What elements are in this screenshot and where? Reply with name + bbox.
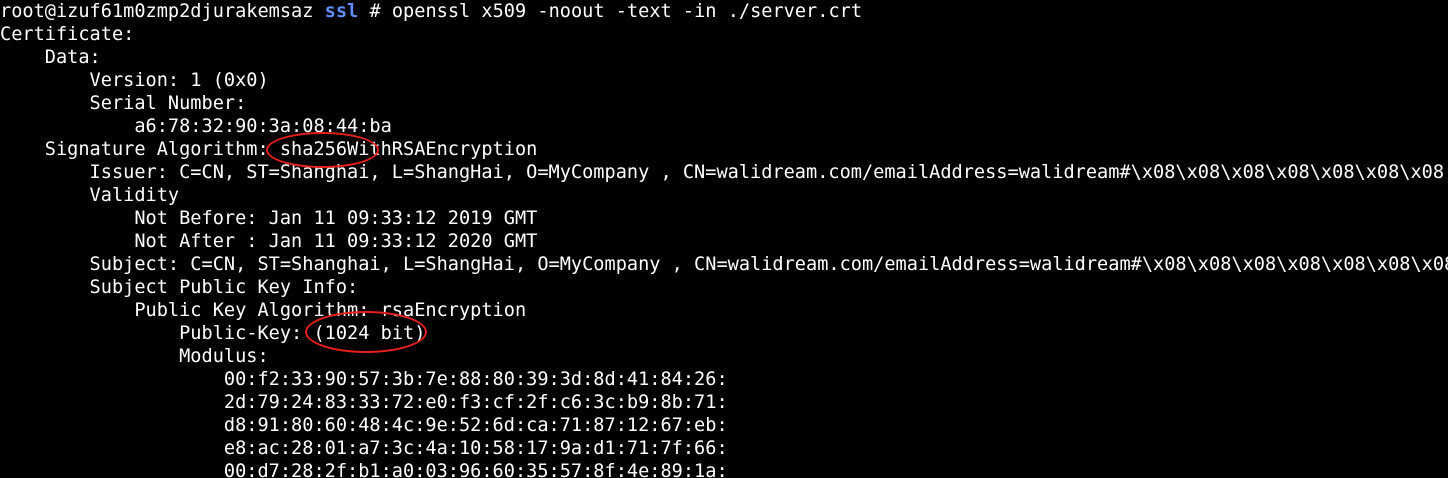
prompt-cwd: ssl <box>324 1 359 22</box>
output-line-public-key-algorithm: Public Key Algorithm: rsaEncryption <box>0 300 527 321</box>
prompt-user-host: root@izuf61m0zmp2djurakemsaz <box>0 1 314 22</box>
output-line-validity: Validity <box>0 185 180 206</box>
terminal-window[interactable]: root@izuf61m0zmp2djurakemsaz ssl # opens… <box>0 0 1448 478</box>
output-line-subject: Subject: C=CN, ST=Shanghai, L=ShangHai, … <box>0 254 1448 275</box>
output-line-not-before: Not Before: Jan 11 09:33:12 2019 GMT <box>0 208 538 229</box>
output-line-not-after: Not After : Jan 11 09:33:12 2020 GMT <box>0 231 538 252</box>
output-line-modulus-label: Modulus: <box>0 346 269 367</box>
output-line-public-key-info: Subject Public Key Info: <box>0 277 359 298</box>
output-line-serial-label: Serial Number: <box>0 93 247 114</box>
output-line-modulus-3: d8:91:80:60:48:4c:9e:52:6d:ca:71:87:12:6… <box>0 415 728 436</box>
prompt-symbol: # <box>369 1 381 22</box>
output-line-issuer: Issuer: C=CN, ST=Shanghai, L=ShangHai, O… <box>0 162 1445 183</box>
output-line-modulus-5: 00:d7:28:2f:b1:a0:03:96:60:35:57:8f:4e:8… <box>0 461 728 478</box>
prompt-command: openssl x509 -noout -text -in ./server.c… <box>391 1 863 22</box>
output-line-modulus-2: 2d:79:24:83:33:72:e0:f3:cf:2f:c6:3c:b9:8… <box>0 392 728 413</box>
output-line-serial-value: a6:78:32:90:3a:08:44:ba <box>0 116 392 137</box>
output-line-signature-algorithm: Signature Algorithm: sha256WithRSAEncryp… <box>0 139 538 160</box>
output-line-public-key-size: Public-Key: (1024 bit) <box>0 323 426 344</box>
output-line-certificate: Certificate: <box>0 24 135 45</box>
prompt-line: root@izuf61m0zmp2djurakemsaz ssl # opens… <box>0 0 862 23</box>
output-line-version: Version: 1 (0x0) <box>0 70 269 91</box>
output-line-modulus-4: e8:ac:28:01:a7:3c:4a:10:58:17:9a:d1:71:7… <box>0 438 728 459</box>
output-line-data: Data: <box>0 47 101 68</box>
output-line-modulus-1: 00:f2:33:90:57:3b:7e:88:80:39:3d:8d:41:8… <box>0 369 728 390</box>
